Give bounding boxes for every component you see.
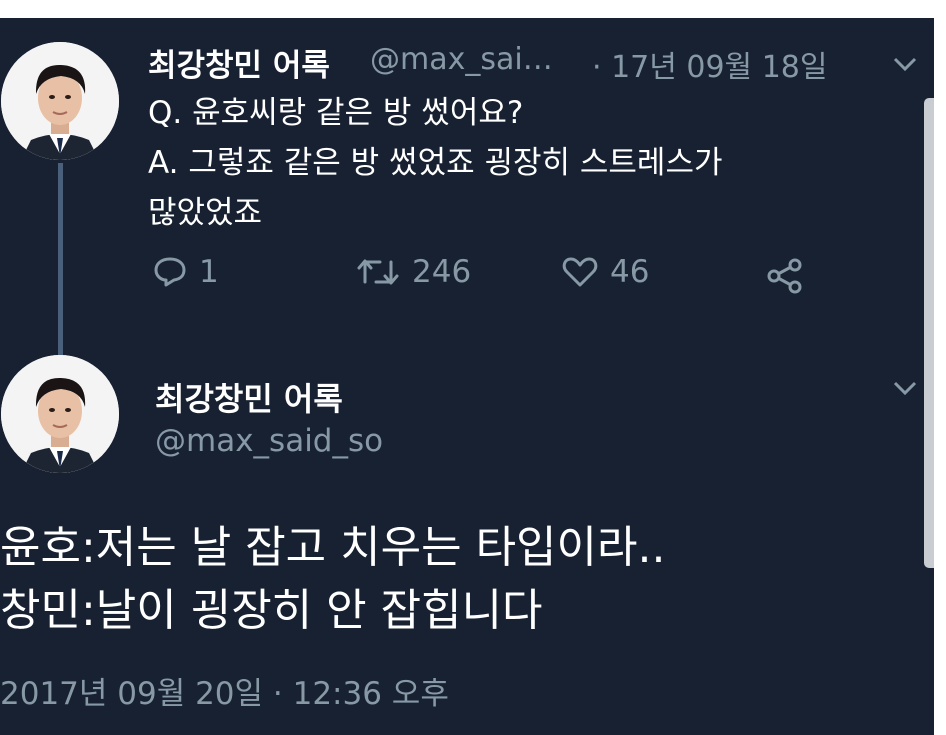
avatar[interactable] — [1, 42, 119, 160]
thread-connector-line — [58, 163, 63, 375]
chevron-down-icon[interactable] — [892, 378, 918, 398]
profile-photo — [1, 42, 119, 160]
display-name[interactable]: 최강창민 어록 — [148, 40, 330, 85]
retweet-button[interactable]: 246 — [356, 254, 471, 290]
reply-button[interactable]: 1 — [153, 254, 219, 290]
reply-icon — [154, 257, 186, 287]
tweet-date[interactable]: · 17년 09월 18일 — [592, 42, 827, 86]
handle[interactable]: @max_said_so — [155, 423, 383, 459]
like-button[interactable]: 46 — [562, 254, 649, 290]
tweet-screen: 최강창민 어록 @max_sai… · 17년 09월 18일 Q. 윤호씨랑 … — [0, 18, 934, 735]
chevron-down-icon[interactable] — [892, 54, 918, 74]
tweet-text: Q. 윤호씨랑 같은 방 썼어요? A. 그렇죠 같은 방 썼었죠 굉장히 스트… — [148, 88, 722, 238]
like-icon — [562, 257, 598, 287]
retweet-icon — [357, 259, 399, 285]
scrollbar[interactable] — [924, 98, 934, 568]
retweet-count: 246 — [412, 254, 472, 290]
tweet-text-line: 많았었죠 — [148, 195, 263, 231]
handle[interactable]: @max_sai… — [370, 42, 553, 77]
profile-photo — [1, 355, 119, 473]
share-icon[interactable] — [766, 258, 804, 294]
avatar[interactable] — [1, 355, 119, 473]
reply-count: 1 — [199, 254, 219, 290]
tweet-text: 윤호:저는 날 잡고 치우는 타입이라.. 창민:날이 굉장히 안 잡힙니다 — [0, 516, 665, 642]
display-name[interactable]: 최강창민 어록 — [155, 374, 343, 420]
tweet-text-line: A. 그렇죠 같은 방 썼었죠 굉장히 스트레스가 — [148, 145, 723, 181]
tweet-timestamp[interactable]: 2017년 09월 20일 · 12:36 오후 — [0, 668, 449, 713]
tweet-text-line: 윤호:저는 날 잡고 치우는 타입이라.. — [0, 522, 666, 573]
tweet-text-line: 창민:날이 굉장히 안 잡힙니다 — [0, 585, 543, 636]
like-count: 46 — [610, 254, 650, 290]
tweet-text-line: Q. 윤호씨랑 같은 방 썼어요? — [148, 95, 524, 131]
